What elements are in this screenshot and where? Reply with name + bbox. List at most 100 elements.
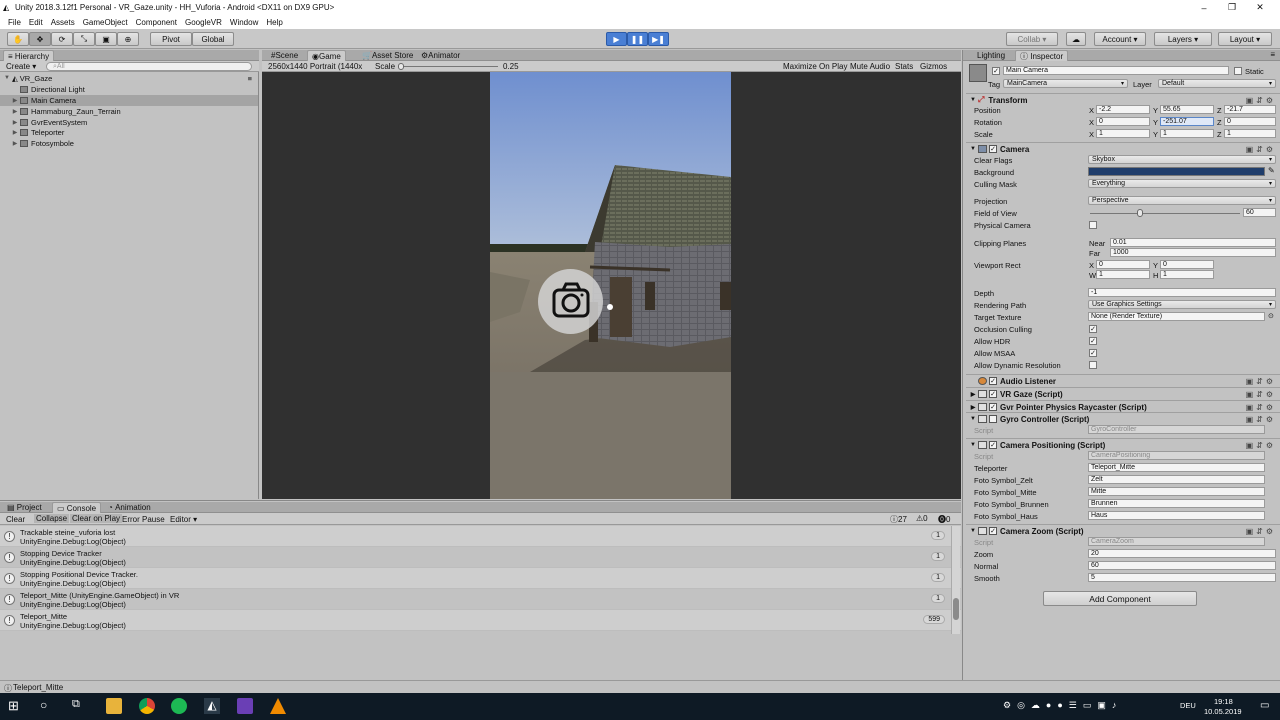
console-entry[interactable]: ! Teleport_Mitte (UnityEngine.GameObject)… bbox=[0, 589, 961, 610]
task-view-icon[interactable]: ⧉ bbox=[72, 698, 88, 714]
console-entry[interactable]: ! Stopping Device Tracker UnityEngine.Debu… bbox=[0, 547, 961, 568]
scale-tool-icon[interactable]: ⤡ bbox=[73, 32, 95, 46]
expand-icon[interactable]: ▶ bbox=[10, 140, 20, 147]
viewport-y-field[interactable]: 0 bbox=[1160, 260, 1214, 269]
tab-lighting[interactable]: Lighting bbox=[973, 50, 1009, 61]
gyro-controller-checkbox[interactable] bbox=[989, 415, 997, 423]
log-count-toggle[interactable]: ⓘ27 bbox=[890, 514, 907, 525]
gvr-raycaster-checkbox[interactable]: ✓ bbox=[989, 403, 997, 411]
add-component-button[interactable]: Add Component bbox=[1043, 591, 1197, 606]
rotate-tool-icon[interactable]: ⟳ bbox=[51, 32, 73, 46]
expand-icon[interactable]: ▶ bbox=[968, 391, 978, 398]
clear-button[interactable]: Clear bbox=[6, 515, 25, 524]
scale-slider-thumb[interactable] bbox=[398, 63, 404, 70]
component-tools-icon[interactable]: ▣⇵⚙ bbox=[1246, 403, 1276, 412]
photo-symbol-overlay[interactable] bbox=[538, 269, 603, 334]
rotation-y-field[interactable]: -251.07 bbox=[1160, 117, 1214, 126]
fov-field[interactable]: 60 bbox=[1243, 208, 1276, 217]
eyedropper-icon[interactable]: ✎ bbox=[1268, 166, 1275, 175]
hierarchy-item[interactable]: ▶ Fotosymbole bbox=[0, 138, 258, 149]
menu-googlevr[interactable]: GoogleVR bbox=[185, 18, 222, 27]
editor-dropdown[interactable]: Editor ▾ bbox=[170, 515, 197, 524]
status-message[interactable]: Teleport_Mitte bbox=[13, 683, 63, 692]
scale-y-field[interactable]: 1 bbox=[1160, 129, 1214, 138]
active-checkbox[interactable]: ✓ bbox=[992, 67, 1000, 75]
projection-dropdown[interactable]: Perspective bbox=[1088, 196, 1276, 205]
stats-toggle[interactable]: Stats bbox=[895, 62, 913, 71]
minimize-button[interactable]: – bbox=[1190, 0, 1218, 15]
collapse-icon[interactable]: ▼ bbox=[968, 97, 978, 103]
collab-button[interactable]: Collab ▾ bbox=[1006, 32, 1058, 46]
position-x-field[interactable]: -2.2 bbox=[1096, 105, 1150, 114]
layout-dropdown[interactable]: Layout ▾ bbox=[1218, 32, 1272, 46]
step-button[interactable]: ▶❚ bbox=[648, 32, 669, 46]
play-button[interactable]: ▶ bbox=[606, 32, 627, 46]
menu-window[interactable]: Window bbox=[230, 18, 258, 27]
visual-studio-icon[interactable] bbox=[237, 698, 253, 714]
vr-gaze-header[interactable]: ▶ ✓ VR Gaze (Script) ▣⇵⚙ bbox=[966, 387, 1280, 400]
expand-icon[interactable]: ▶ bbox=[10, 129, 20, 136]
viewport-w-field[interactable]: 1 bbox=[1096, 270, 1150, 279]
near-field[interactable]: 0.01 bbox=[1110, 238, 1276, 247]
expand-icon[interactable]: ▶ bbox=[10, 108, 20, 115]
layer-dropdown[interactable]: Default bbox=[1158, 79, 1276, 88]
clock-time[interactable]: 19:18 bbox=[1214, 697, 1233, 706]
object-name-field[interactable]: Main Camera bbox=[1003, 66, 1229, 75]
rotation-z-field[interactable]: 0 bbox=[1224, 117, 1276, 126]
camera-enabled-checkbox[interactable]: ✓ bbox=[989, 145, 997, 153]
file-explorer-icon[interactable] bbox=[106, 698, 122, 714]
msaa-checkbox[interactable]: ✓ bbox=[1089, 349, 1097, 357]
tab-project[interactable]: ▤ Project bbox=[3, 502, 46, 513]
console-scrollbar[interactable] bbox=[951, 526, 960, 634]
audio-listener-checkbox[interactable]: ✓ bbox=[989, 377, 997, 385]
viewport-x-field[interactable]: 0 bbox=[1096, 260, 1150, 269]
vlc-icon[interactable] bbox=[270, 698, 286, 714]
target-texture-field[interactable]: None (Render Texture) bbox=[1088, 312, 1265, 321]
foto-zelt-field[interactable]: Zelt bbox=[1088, 475, 1265, 484]
create-dropdown[interactable]: Create ▾ bbox=[6, 62, 36, 71]
collapse-icon[interactable]: ▼ bbox=[968, 416, 978, 422]
culling-mask-dropdown[interactable]: Everything bbox=[1088, 179, 1276, 188]
tab-game[interactable]: ◉ Game bbox=[307, 50, 346, 61]
depth-field[interactable]: -1 bbox=[1088, 288, 1276, 297]
object-picker-icon[interactable]: ⊙ bbox=[1268, 312, 1274, 320]
foto-mitte-field[interactable]: Mitte bbox=[1088, 487, 1265, 496]
unity-taskbar-icon[interactable]: ◭ bbox=[204, 698, 220, 714]
console-scrollbar-thumb[interactable] bbox=[953, 598, 959, 620]
hand-tool-icon[interactable]: ✋ bbox=[7, 32, 29, 46]
tab-asset-store[interactable]: 🛒 Asset Store bbox=[358, 50, 417, 61]
smooth-field[interactable]: 5 bbox=[1088, 573, 1276, 582]
hierarchy-search-input[interactable]: ⌕All bbox=[46, 62, 252, 71]
normal-field[interactable]: 60 bbox=[1088, 561, 1276, 570]
camera-zoom-checkbox[interactable]: ✓ bbox=[989, 527, 997, 535]
game-render[interactable] bbox=[490, 72, 731, 499]
scale-z-field[interactable]: 1 bbox=[1224, 129, 1276, 138]
warning-count-toggle[interactable]: ⚠0 bbox=[916, 514, 928, 523]
camera-positioning-checkbox[interactable]: ✓ bbox=[989, 441, 997, 449]
collapse-icon[interactable]: ▼ bbox=[968, 442, 978, 448]
scale-x-field[interactable]: 1 bbox=[1096, 129, 1150, 138]
clear-flags-dropdown[interactable]: Skybox bbox=[1088, 155, 1276, 164]
inspector-menu-icon[interactable]: ≡ bbox=[1270, 50, 1275, 59]
fov-slider-thumb[interactable] bbox=[1136, 209, 1143, 217]
hierarchy-item[interactable]: ▶ Hammaburg_Zaun_Terrain bbox=[0, 106, 258, 117]
rendering-path-dropdown[interactable]: Use Graphics Settings bbox=[1088, 300, 1276, 309]
audio-listener-header[interactable]: ✓ Audio Listener ▣⇵⚙ bbox=[966, 374, 1280, 387]
menu-assets[interactable]: Assets bbox=[51, 18, 75, 27]
pause-button[interactable]: ❚❚ bbox=[627, 32, 648, 46]
teleporter-field[interactable]: Teleport_Mitte bbox=[1088, 463, 1265, 472]
vr-gaze-checkbox[interactable]: ✓ bbox=[989, 390, 997, 398]
hierarchy-item-selected[interactable]: ▶ Main Camera bbox=[0, 95, 258, 106]
menu-gameobject[interactable]: GameObject bbox=[83, 18, 128, 27]
pivot-toggle[interactable]: Pivot bbox=[150, 32, 192, 46]
tag-dropdown[interactable]: MainCamera bbox=[1003, 79, 1128, 88]
windows-start-icon[interactable]: ⊞ bbox=[8, 698, 24, 714]
zoom-field[interactable]: 20 bbox=[1088, 549, 1276, 558]
cloud-icon[interactable]: ☁ bbox=[1066, 32, 1086, 46]
component-tools-icon[interactable]: ▣⇵⚙ bbox=[1246, 145, 1276, 154]
move-tool-icon[interactable]: ✥ bbox=[29, 32, 51, 46]
mute-audio-toggle[interactable]: Mute Audio bbox=[850, 62, 890, 71]
background-color-swatch[interactable] bbox=[1088, 167, 1265, 176]
menu-help[interactable]: Help bbox=[266, 18, 282, 27]
tab-scene[interactable]: # Scene bbox=[267, 50, 302, 61]
